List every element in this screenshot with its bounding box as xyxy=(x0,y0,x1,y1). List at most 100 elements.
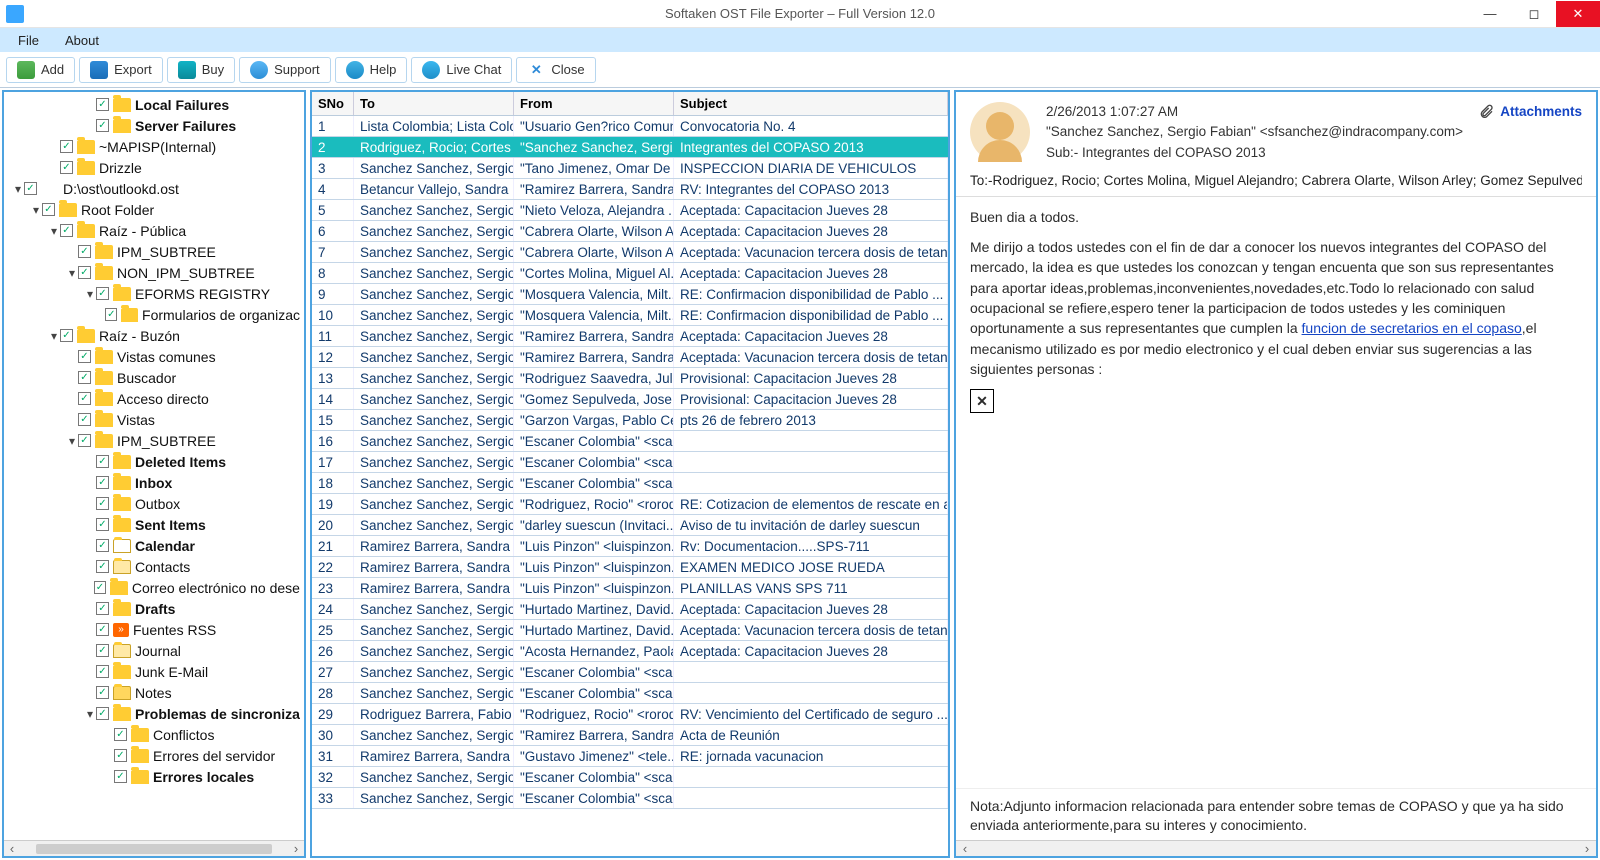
tree-item[interactable]: ✓Contacts xyxy=(4,556,304,577)
tree-item[interactable]: ▾✓NON_IPM_SUBTREE xyxy=(4,262,304,283)
checkbox[interactable]: ✓ xyxy=(60,161,73,174)
mail-row[interactable]: 12Sanchez Sanchez, Sergio F..."Ramirez B… xyxy=(312,347,948,368)
mail-row[interactable]: 7Sanchez Sanchez, Sergio F..."Cabrera Ol… xyxy=(312,242,948,263)
tree-item[interactable]: ▾✓D:\ost\outlookd.ost xyxy=(4,178,304,199)
preview-h-scrollbar[interactable]: ‹ › xyxy=(956,840,1596,856)
checkbox[interactable]: ✓ xyxy=(96,476,109,489)
checkbox[interactable]: ✓ xyxy=(24,182,37,195)
scroll-left-icon[interactable]: ‹ xyxy=(4,841,20,856)
checkbox[interactable]: ✓ xyxy=(96,644,109,657)
mail-row[interactable]: 13Sanchez Sanchez, Sergio F..."Rodriguez… xyxy=(312,368,948,389)
tree-item[interactable]: ✓Errores del servidor xyxy=(4,745,304,766)
checkbox[interactable]: ✓ xyxy=(96,560,109,573)
collapse-icon[interactable]: ▾ xyxy=(84,707,96,721)
checkbox[interactable]: ✓ xyxy=(60,140,73,153)
tree-item[interactable]: ✓Sent Items xyxy=(4,514,304,535)
mail-row[interactable]: 16Sanchez Sanchez, Sergio F..."Escaner C… xyxy=(312,431,948,452)
tree-item[interactable]: ✓Buscador xyxy=(4,367,304,388)
mail-row[interactable]: 6Sanchez Sanchez, Sergio F..."Cabrera Ol… xyxy=(312,221,948,242)
tree-item[interactable]: ✓Deleted Items xyxy=(4,451,304,472)
tree-item[interactable]: ✓Correo electrónico no dese xyxy=(4,577,304,598)
tree-h-scrollbar[interactable]: ‹ › xyxy=(4,840,304,856)
tree-item[interactable]: ✓Formularios de organizac xyxy=(4,304,304,325)
mail-row[interactable]: 11Sanchez Sanchez, Sergio F..."Ramirez B… xyxy=(312,326,948,347)
mail-row[interactable]: 26Sanchez Sanchez, Sergio F..."Acosta He… xyxy=(312,641,948,662)
help-button[interactable]: Help xyxy=(335,57,408,83)
mail-row[interactable]: 9Sanchez Sanchez, Sergio F..."Mosquera V… xyxy=(312,284,948,305)
tree-item[interactable]: ✓Outbox xyxy=(4,493,304,514)
collapse-icon[interactable]: ▾ xyxy=(30,203,42,217)
tree-item[interactable]: ▾✓IPM_SUBTREE xyxy=(4,430,304,451)
tree-item[interactable]: ✓Server Failures xyxy=(4,115,304,136)
add-button[interactable]: Add xyxy=(6,57,75,83)
mail-row[interactable]: 24Sanchez Sanchez, Sergio F..."Hurtado M… xyxy=(312,599,948,620)
minimize-button[interactable]: — xyxy=(1468,1,1512,27)
tree-item[interactable]: ✓Journal xyxy=(4,640,304,661)
body-link[interactable]: funcion de secretarios en el copaso xyxy=(1302,320,1522,336)
checkbox[interactable]: ✓ xyxy=(96,665,109,678)
collapse-icon[interactable]: ▾ xyxy=(48,224,60,238)
menu-file[interactable]: File xyxy=(8,31,49,50)
collapse-icon[interactable]: ▾ xyxy=(12,182,24,196)
checkbox[interactable]: ✓ xyxy=(96,518,109,531)
checkbox[interactable]: ✓ xyxy=(96,686,109,699)
close-window-button[interactable]: ✕ xyxy=(1556,1,1600,27)
mail-row[interactable]: 23Ramirez Barrera, Sandra ..."Luis Pinzo… xyxy=(312,578,948,599)
checkbox[interactable]: ✓ xyxy=(96,497,109,510)
mail-row[interactable]: 18Sanchez Sanchez, Sergio F..."Escaner C… xyxy=(312,473,948,494)
tree-item[interactable]: ▾✓Root Folder xyxy=(4,199,304,220)
tree-item[interactable]: ✓»Fuentes RSS xyxy=(4,619,304,640)
tree-item[interactable]: ✓~MAPISP(Internal) xyxy=(4,136,304,157)
mail-row[interactable]: 15Sanchez Sanchez, Sergio F..."Garzon Va… xyxy=(312,410,948,431)
mail-row[interactable]: 3Sanchez Sanchez, Sergio F..."Tano Jimen… xyxy=(312,158,948,179)
col-to[interactable]: To xyxy=(354,92,514,115)
checkbox[interactable]: ✓ xyxy=(96,98,109,111)
mail-row[interactable]: 5Sanchez Sanchez, Sergio F..."Nieto Velo… xyxy=(312,200,948,221)
mail-row[interactable]: 30Sanchez Sanchez, Sergio F..."Ramirez B… xyxy=(312,725,948,746)
mail-row[interactable]: 28Sanchez Sanchez, Sergio F..."Escaner C… xyxy=(312,683,948,704)
checkbox[interactable]: ✓ xyxy=(78,392,91,405)
checkbox[interactable]: ✓ xyxy=(96,287,109,300)
tree-item[interactable]: ✓Inbox xyxy=(4,472,304,493)
tree-item[interactable]: ✓IPM_SUBTREE xyxy=(4,241,304,262)
checkbox[interactable]: ✓ xyxy=(96,455,109,468)
checkbox[interactable]: ✓ xyxy=(94,581,107,594)
scroll-track[interactable] xyxy=(974,844,1578,854)
tree-item[interactable]: ✓Vistas xyxy=(4,409,304,430)
tree-item[interactable]: ✓Acceso directo xyxy=(4,388,304,409)
mail-row[interactable]: 8Sanchez Sanchez, Sergio F..."Cortes Mol… xyxy=(312,263,948,284)
tree-item[interactable]: ✓Conflictos xyxy=(4,724,304,745)
scroll-right-icon[interactable]: › xyxy=(1578,841,1596,856)
checkbox[interactable]: ✓ xyxy=(78,371,91,384)
tree-item[interactable]: ✓Vistas comunes xyxy=(4,346,304,367)
mail-row[interactable]: 33Sanchez Sanchez, Sergio F..."Escaner C… xyxy=(312,788,948,809)
tree-item[interactable]: ▾✓Raíz - Pública xyxy=(4,220,304,241)
checkbox[interactable]: ✓ xyxy=(114,749,127,762)
checkbox[interactable]: ✓ xyxy=(114,770,127,783)
mail-row[interactable]: 4Betancur Vallejo, Sandra ..."Ramirez Ba… xyxy=(312,179,948,200)
checkbox[interactable]: ✓ xyxy=(96,602,109,615)
folder-tree[interactable]: ✓Local Failures✓Server Failures✓~MAPISP(… xyxy=(4,92,304,840)
scroll-left-icon[interactable]: ‹ xyxy=(956,841,974,856)
checkbox[interactable]: ✓ xyxy=(60,224,73,237)
mail-row[interactable]: 32Sanchez Sanchez, Sergio F..."Escaner C… xyxy=(312,767,948,788)
tree-item[interactable]: ✓Drafts xyxy=(4,598,304,619)
mail-row[interactable]: 29Rodriguez Barrera, Fabio"Rodriguez, Ro… xyxy=(312,704,948,725)
checkbox[interactable]: ✓ xyxy=(96,623,109,636)
attachments-link[interactable]: Attachments xyxy=(1478,102,1582,122)
mail-row[interactable]: 25Sanchez Sanchez, Sergio F..."Hurtado M… xyxy=(312,620,948,641)
checkbox[interactable]: ✓ xyxy=(60,329,73,342)
tree-item[interactable]: ✓Local Failures xyxy=(4,94,304,115)
collapse-icon[interactable]: ▾ xyxy=(84,287,96,301)
col-sno[interactable]: SNo xyxy=(312,92,354,115)
checkbox[interactable]: ✓ xyxy=(96,707,109,720)
tree-item[interactable]: ✓Junk E-Mail xyxy=(4,661,304,682)
maximize-button[interactable]: ◻ xyxy=(1512,1,1556,27)
tree-item[interactable]: ✓Calendar xyxy=(4,535,304,556)
menu-about[interactable]: About xyxy=(55,31,109,50)
checkbox[interactable]: ✓ xyxy=(114,728,127,741)
checkbox[interactable]: ✓ xyxy=(78,245,91,258)
checkbox[interactable]: ✓ xyxy=(105,308,117,321)
tree-item[interactable]: ▾✓Problemas de sincroniza xyxy=(4,703,304,724)
checkbox[interactable]: ✓ xyxy=(96,539,109,552)
